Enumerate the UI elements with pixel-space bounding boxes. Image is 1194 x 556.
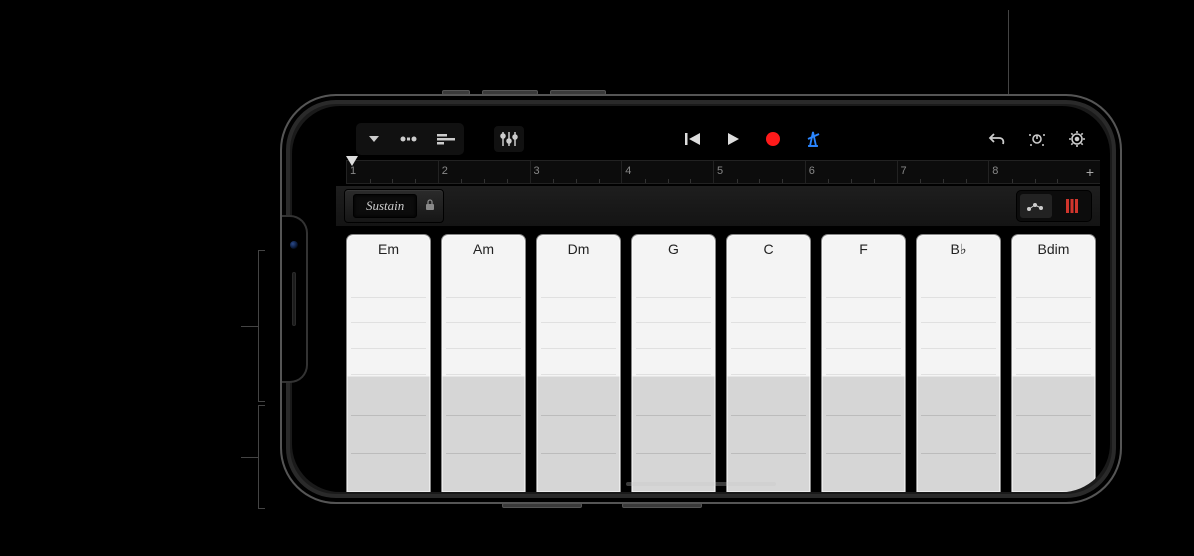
device-volume-up	[482, 90, 538, 95]
mixer-button[interactable]	[494, 126, 524, 152]
chord-strip[interactable]: Bdim	[1011, 234, 1096, 492]
go-to-beginning-button[interactable]	[678, 126, 708, 152]
chord-label: Bdim	[1012, 241, 1095, 257]
ruler-bar[interactable]	[713, 161, 805, 183]
play-button[interactable]	[718, 126, 748, 152]
device-frame: + Sustain Em Am Dm GCF B♭ Bdim	[280, 94, 1122, 504]
device-mute-switch	[442, 90, 470, 95]
chord-strip[interactable]: Dm	[536, 234, 621, 492]
device-notch	[282, 215, 308, 383]
chord-strips-area: Em Am Dm GCF B♭ Bdim	[346, 228, 1096, 492]
ruler-bar[interactable]	[897, 161, 989, 183]
record-button[interactable]	[758, 126, 788, 152]
playhead-icon[interactable]	[346, 156, 358, 166]
app-screen: + Sustain Em Am Dm GCF B♭ Bdim	[292, 106, 1110, 492]
chord-label: G	[632, 241, 715, 257]
sustain-label: Sustain	[353, 194, 417, 218]
front-camera	[290, 241, 298, 249]
home-indicator[interactable]	[626, 482, 776, 486]
browser-button[interactable]	[359, 126, 389, 152]
chord-label: C	[727, 241, 810, 257]
chord-label: Dm	[537, 241, 620, 257]
chord-label: Em	[347, 241, 430, 257]
tracks-view-button[interactable]	[395, 126, 425, 152]
undo-button[interactable]	[982, 126, 1012, 152]
callout-bracket-lower	[258, 405, 264, 509]
callout-bracket-upper	[258, 250, 264, 402]
add-section-button[interactable]: +	[1080, 164, 1100, 180]
settings-button[interactable]	[1062, 126, 1092, 152]
ruler-bar[interactable]	[438, 161, 530, 183]
view-group	[356, 123, 464, 155]
chord-strip[interactable]: G	[631, 234, 716, 492]
metronome-button[interactable]	[798, 126, 828, 152]
chord-strip[interactable]: C	[726, 234, 811, 492]
device-side-button	[502, 503, 582, 508]
ruler-bar[interactable]	[988, 161, 1080, 183]
chord-label: B♭	[917, 241, 1000, 258]
notes-view-option[interactable]	[1020, 194, 1052, 218]
earpiece-speaker	[292, 272, 296, 326]
ruler-bar[interactable]	[621, 161, 713, 183]
lock-icon	[425, 199, 435, 214]
navigation-button[interactable]	[1022, 126, 1052, 152]
ruler-bar[interactable]	[805, 161, 897, 183]
timeline-ruler[interactable]: +	[346, 160, 1100, 184]
instrument-control-strip: Sustain	[336, 186, 1100, 226]
chord-strips-view-option[interactable]	[1056, 194, 1088, 218]
chord-strip[interactable]: F	[821, 234, 906, 492]
regions-view-button[interactable]	[431, 126, 461, 152]
ruler-bar[interactable]	[346, 161, 438, 183]
chord-label: Am	[442, 241, 525, 257]
chord-strip[interactable]: Em	[346, 234, 431, 492]
ruler-bar[interactable]	[530, 161, 622, 183]
device-volume-down	[550, 90, 606, 95]
sustain-control[interactable]: Sustain	[344, 189, 444, 223]
view-mode-toggle	[1016, 190, 1092, 222]
control-bar	[292, 122, 1110, 156]
chord-strip[interactable]: B♭	[916, 234, 1001, 492]
chord-label: F	[822, 241, 905, 257]
chord-strip[interactable]: Am	[441, 234, 526, 492]
device-side-button-2	[622, 503, 702, 508]
